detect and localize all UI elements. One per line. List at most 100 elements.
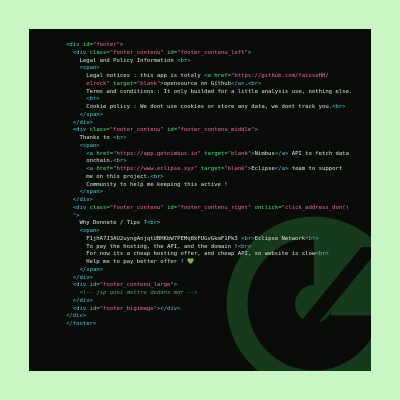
code-token: <br> <box>315 251 329 258</box>
code-token: Eclipse Network <box>254 235 306 242</box>
code-line: </div> <box>29 298 371 306</box>
code-token: Legal and Policy Information <box>66 57 178 64</box>
code-token: <!-- jsp quoi mettre dedans mdr --> <box>66 290 198 296</box>
code-token: "click_address_don() <box>281 204 349 211</box>
code-token: > <box>247 49 252 56</box>
code-token: To pay the hosting, the API, and the dom… <box>66 243 238 250</box>
code-token: </div> <box>66 274 93 281</box>
code-token: <br> <box>177 57 191 64</box>
code-token: </div> <box>66 119 93 126</box>
code-token: onchain. <box>66 158 114 165</box>
code-token: Nimbus <box>254 150 275 157</box>
code-token: </span> <box>66 189 104 196</box>
code-line: For now its a cheap hosting offer, and c… <box>29 251 371 259</box>
code-line: onchain.<br> <box>29 158 371 166</box>
code-token: "footer_contenu" <box>109 127 164 134</box>
code-token: > <box>254 127 259 134</box>
code-token: API to fetch data <box>288 150 349 157</box>
code-token: <br> <box>113 158 127 165</box>
code-line: Help me to pay better offer ! 💚 <box>29 259 371 267</box>
code-token: <a <box>204 73 215 79</box>
code-token: Legal notices : this app is totaly <box>66 73 205 79</box>
code-token: <br> <box>113 135 127 141</box>
code-token: <br> <box>305 235 319 242</box>
code-token: </div> <box>66 297 93 304</box>
code-token: <div <box>66 305 90 312</box>
code-line: <span> <box>29 143 371 151</box>
code-token: id= <box>89 282 100 289</box>
code-line: <div class="footer_contenu" id="footer_c… <box>29 205 371 213</box>
code-token: <br> <box>146 220 161 227</box>
code-line: <a href="https://www.eclipse.xyz" target… <box>29 166 371 174</box>
code-line: </footer> <box>29 321 371 329</box>
code-line: Terms and conditions : It only builded f… <box>29 89 371 97</box>
code-token: class= <box>89 204 110 211</box>
code-token: "https://app.getnimbus.io" <box>113 150 201 157</box>
code-line: <br> <box>29 96 371 104</box>
code-token: id= <box>167 127 178 134</box>
code-token: <a <box>66 150 97 157</box>
code-token: Thanks to <box>66 135 114 141</box>
code-line: Legal and Policy Information <br> <box>29 58 371 66</box>
code-line: me on this project.<br> <box>29 174 371 182</box>
code-token: "blank" <box>224 166 248 172</box>
code-line: <div id="footer_bigimage"></div> <box>29 306 371 314</box>
code-line: Why Donnate / Tips ?<br> <box>29 220 371 228</box>
code-line: elrock" target="blank">opensource on Git… <box>29 81 371 89</box>
code-line: </div> <box>29 120 371 128</box>
code-line: Cookie policy : We dont use cookies or s… <box>29 104 371 112</box>
code-token: "blank" <box>136 80 161 87</box>
code-token: </a> <box>231 80 245 87</box>
code-token: id= <box>167 49 178 56</box>
code-line: To pay the hosting, the API, and the dom… <box>29 244 371 252</box>
code-line: <span> <box>29 228 371 236</box>
code-token: href= <box>214 73 232 79</box>
code-token: </span> <box>66 111 104 118</box>
code-token: class= <box>89 49 110 56</box>
code-token: F1jhA7J3AU2uyngAnjqtUBHKbW7PEMq8kFUGvGkm… <box>66 235 242 242</box>
code-token: Why Donnate / Tips ? <box>66 220 147 227</box>
code-line: <div id="footer_contenu_large"> <box>29 282 371 290</box>
code-line: <span> <box>29 65 371 73</box>
code-token: <span> <box>66 142 100 149</box>
code-token: <div <box>66 282 90 289</box>
code-line: </div> <box>29 313 371 321</box>
code-token: href= <box>96 166 114 172</box>
code-line: <div id="footer"> <box>29 42 371 50</box>
code-token: > <box>119 42 124 48</box>
code-token: > <box>76 212 80 219</box>
code-line: </span> <box>29 112 371 120</box>
code-line: <!-- jsp quoi mettre dedans mdr --> <box>29 290 371 298</box>
code-line: </span> <box>29 267 371 275</box>
code-token: <div <box>66 204 90 211</box>
code-token: ></div> <box>156 305 181 312</box>
code-token: <div <box>66 42 83 48</box>
code-line: </div> <box>29 197 371 205</box>
code-token: <br> <box>241 235 255 242</box>
code-line: <div class="footer_contenu" id="footer_c… <box>29 50 371 58</box>
code-token: <a <box>66 166 97 172</box>
code-token: For now its a cheap hosting offer, and c… <box>66 251 316 258</box>
code-editor-window: <div id="footer"> <div class="footer_con… <box>29 29 371 371</box>
code-token: > <box>173 282 178 289</box>
code-token: </footer> <box>66 321 97 327</box>
code-token: class= <box>89 127 110 134</box>
code-token: <span> <box>66 228 100 234</box>
code-token: </a> <box>274 150 289 157</box>
code-token: onclick= <box>254 204 282 211</box>
code-line: Legal notices : this app is totaly <a hr… <box>29 73 371 81</box>
code-token: opensource on Github <box>163 80 232 87</box>
code-line: </div> <box>29 275 371 283</box>
code-token: Terms and conditions : It only builded f… <box>66 88 353 95</box>
code-token: <div <box>66 49 90 56</box>
code-token: </div> <box>66 313 87 320</box>
code-token: me on this project. <box>66 173 151 180</box>
code-token: team to support <box>288 166 343 172</box>
code-token: Help me to pay better offer ! <box>66 259 188 265</box>
code-token: <br> <box>332 104 346 110</box>
code-line: F1jhA7J3AU2uyngAnjqtUBHKbW7PEMq8kFUGvGkm… <box>29 236 371 244</box>
code-token: 💚 <box>187 259 195 265</box>
code-token: id= <box>82 42 93 48</box>
code-token: "footer_contenu" <box>109 204 164 211</box>
code-token: "https://www.eclipse.xyz" <box>113 166 198 172</box>
